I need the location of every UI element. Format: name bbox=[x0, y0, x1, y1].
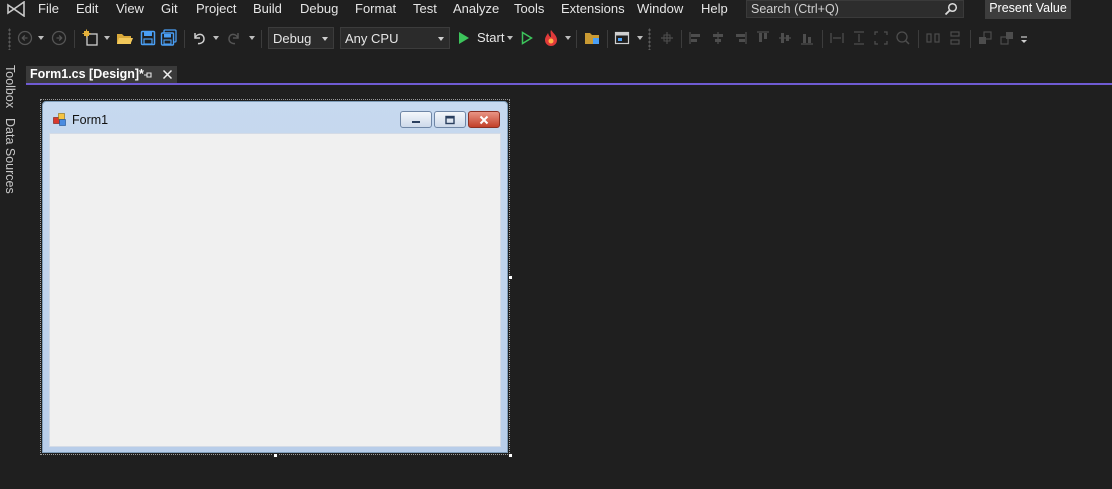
make-same-width-icon[interactable] bbox=[827, 26, 847, 50]
align-centers-icon[interactable] bbox=[708, 26, 728, 50]
search-placeholder: Search (Ctrl+Q) bbox=[751, 2, 839, 16]
toolbox-tab[interactable]: Toolbox bbox=[3, 65, 17, 108]
resize-handle-right[interactable] bbox=[508, 275, 513, 280]
send-to-back-icon[interactable] bbox=[997, 26, 1017, 50]
open-folder-icon[interactable] bbox=[114, 26, 136, 50]
toolbar-separator bbox=[184, 30, 185, 48]
layout-icon[interactable] bbox=[612, 26, 632, 50]
make-same-height-icon[interactable] bbox=[849, 26, 869, 50]
present-value-button[interactable]: Present Value bbox=[985, 0, 1071, 19]
toolbar-overflow-icon[interactable] bbox=[1017, 26, 1031, 50]
menu-bar: File Edit View Git Project Build Debug F… bbox=[0, 0, 1112, 19]
forward-icon[interactable] bbox=[48, 26, 70, 50]
size-to-grid-icon[interactable] bbox=[893, 26, 913, 50]
toolbar-separator bbox=[970, 30, 971, 48]
document-tab-label: Form1.cs [Design]* bbox=[30, 67, 144, 81]
menu-help[interactable]: Help bbox=[701, 1, 728, 16]
undo-icon[interactable] bbox=[188, 26, 210, 50]
toolbar-separator bbox=[261, 30, 262, 48]
resize-handle-bottom-right[interactable] bbox=[508, 453, 513, 458]
close-icon[interactable] bbox=[162, 69, 173, 80]
solution-explorer-icon[interactable] bbox=[582, 26, 604, 50]
search-input[interactable]: Search (Ctrl+Q) bbox=[746, 0, 964, 18]
pin-icon[interactable] bbox=[143, 70, 153, 80]
document-tab-form1-design[interactable]: Form1.cs [Design]* bbox=[26, 66, 177, 84]
data-sources-tab[interactable]: Data Sources bbox=[3, 118, 17, 194]
close-icon bbox=[479, 115, 489, 124]
form-close-button[interactable] bbox=[468, 111, 500, 128]
form-client-area[interactable] bbox=[49, 133, 501, 447]
maximize-icon bbox=[445, 115, 455, 124]
toolbar-separator bbox=[74, 30, 75, 48]
platform-value: Any CPU bbox=[345, 31, 399, 46]
save-icon[interactable] bbox=[138, 26, 158, 50]
visual-studio-logo-icon[interactable] bbox=[6, 1, 26, 17]
menu-file[interactable]: File bbox=[38, 1, 59, 16]
chevron-down-icon bbox=[438, 37, 444, 41]
make-same-size-icon[interactable] bbox=[871, 26, 891, 50]
menu-test[interactable]: Test bbox=[413, 1, 437, 16]
start-button-label[interactable]: Start bbox=[477, 30, 504, 45]
start-dropdown-icon[interactable] bbox=[507, 36, 513, 40]
left-tool-window-rail: Toolbox Data Sources bbox=[0, 62, 22, 489]
minimize-button[interactable] bbox=[400, 111, 432, 128]
vertical-spacing-icon[interactable] bbox=[945, 26, 965, 50]
horizontal-spacing-icon[interactable] bbox=[923, 26, 943, 50]
hot-reload-dropdown-icon[interactable] bbox=[565, 36, 571, 40]
align-bottoms-icon[interactable] bbox=[797, 26, 817, 50]
redo-icon[interactable] bbox=[223, 26, 245, 50]
configuration-select[interactable]: Debug bbox=[268, 27, 334, 49]
toolbar-grip[interactable] bbox=[648, 28, 651, 50]
toolbar-separator bbox=[607, 30, 608, 48]
platform-select[interactable]: Any CPU bbox=[340, 27, 450, 49]
start-icon[interactable] bbox=[455, 26, 473, 50]
menu-build[interactable]: Build bbox=[253, 1, 282, 16]
new-project-icon[interactable] bbox=[80, 26, 102, 50]
save-all-icon[interactable] bbox=[159, 26, 179, 50]
back-icon[interactable] bbox=[15, 26, 35, 50]
menu-git[interactable]: Git bbox=[161, 1, 178, 16]
redo-dropdown-icon[interactable] bbox=[249, 36, 255, 40]
start-without-debugging-icon[interactable] bbox=[518, 26, 536, 50]
menu-analyze[interactable]: Analyze bbox=[453, 1, 499, 16]
menu-view[interactable]: View bbox=[116, 1, 144, 16]
align-lefts-icon[interactable] bbox=[686, 26, 706, 50]
form-title: Form1 bbox=[72, 113, 109, 127]
search-icon bbox=[944, 2, 958, 16]
undo-dropdown-icon[interactable] bbox=[213, 36, 219, 40]
hot-reload-icon[interactable] bbox=[540, 26, 562, 50]
menu-debug[interactable]: Debug bbox=[300, 1, 338, 16]
toolbar-separator bbox=[822, 30, 823, 48]
align-rights-icon[interactable] bbox=[730, 26, 750, 50]
back-dropdown-icon[interactable] bbox=[38, 36, 44, 40]
menu-format[interactable]: Format bbox=[355, 1, 396, 16]
toolbar-grip[interactable] bbox=[8, 28, 11, 50]
toolbar-separator bbox=[918, 30, 919, 48]
form-window[interactable]: Form1 bbox=[42, 101, 508, 453]
align-to-grid-icon[interactable] bbox=[657, 26, 677, 50]
align-tops-icon[interactable] bbox=[753, 26, 773, 50]
toolbar-separator bbox=[576, 30, 577, 48]
standard-toolbar: Debug Any CPU Start bbox=[0, 22, 1112, 56]
maximize-button[interactable] bbox=[434, 111, 466, 128]
chevron-down-icon bbox=[322, 37, 328, 41]
menu-project[interactable]: Project bbox=[196, 1, 236, 16]
align-middles-icon[interactable] bbox=[775, 26, 795, 50]
resize-handle-bottom[interactable] bbox=[273, 453, 278, 458]
configuration-value: Debug bbox=[273, 31, 312, 46]
menu-window[interactable]: Window bbox=[637, 1, 683, 16]
new-project-dropdown-icon[interactable] bbox=[104, 36, 110, 40]
menu-edit[interactable]: Edit bbox=[76, 1, 98, 16]
form-app-icon bbox=[53, 113, 66, 126]
bring-to-front-icon[interactable] bbox=[975, 26, 995, 50]
menu-extensions[interactable]: Extensions bbox=[561, 1, 625, 16]
minimize-icon bbox=[412, 120, 420, 123]
layout-dropdown-icon[interactable] bbox=[637, 36, 643, 40]
menu-tools[interactable]: Tools bbox=[514, 1, 544, 16]
toolbar-separator bbox=[681, 30, 682, 48]
